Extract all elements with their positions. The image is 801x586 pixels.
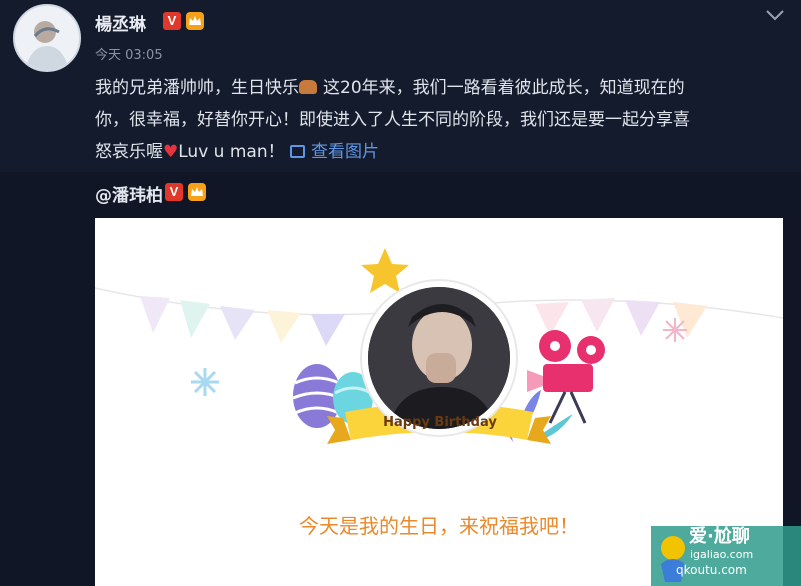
- repost-crown-icon: [188, 183, 206, 201]
- post-text-line3: 怒哀乐喔♥Luv u man！ 查看图片: [95, 142, 379, 162]
- post-text: 我的兄弟潘帅帅，生日快乐 这20年来，我们一路看着彼此成长，知道现在的 你，很幸福…: [95, 72, 785, 168]
- repost-verified-badge: V: [165, 183, 183, 201]
- post-text-line2: 你，很幸福，好替你开心！即使进入了人生不同的阶段，我们还是要一起分享喜: [95, 110, 690, 130]
- view-image-link[interactable]: 查看图片: [290, 142, 379, 162]
- username[interactable]: 楊丞琳: [95, 10, 146, 35]
- crown-icon: [186, 12, 204, 30]
- repost-author[interactable]: @潘玮柏: [95, 181, 163, 206]
- cake-emoji-icon: [299, 80, 317, 94]
- person-photo-icon: [368, 287, 510, 429]
- profile-photo: [362, 281, 516, 435]
- chevron-down-icon[interactable]: [764, 8, 786, 22]
- heart-emoji-icon: ♥: [163, 142, 179, 162]
- watermark-url-2: qkoutu.com: [676, 563, 747, 577]
- avatar[interactable]: [13, 4, 81, 72]
- watermark-url: igaliao.com: [690, 548, 754, 561]
- post-timestamp: 今天 03:05: [95, 48, 163, 63]
- happy-birthday-banner: Happy Birthday: [383, 415, 497, 430]
- avatar-photo-icon: [15, 6, 79, 70]
- post-text-line1: 我的兄弟潘帅帅，生日快乐 这20年来，我们一路看着彼此成长，知道现在的: [95, 78, 685, 98]
- image-icon: [290, 145, 305, 158]
- verified-badge: V: [163, 12, 181, 30]
- watermark-text: 爱·尬聊: [689, 526, 750, 547]
